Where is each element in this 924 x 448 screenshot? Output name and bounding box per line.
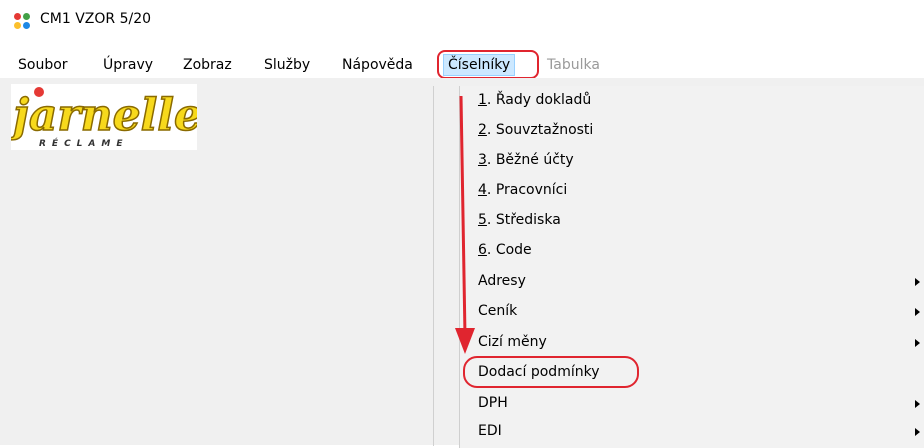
dropdown-item-adresy[interactable]: Adresy (478, 268, 526, 295)
title-bar: CM1 VZOR 5/20 (0, 0, 924, 44)
dropdown-item-edi[interactable]: EDI (478, 418, 502, 445)
dropdown-item-strediska[interactable]: 5. Střediska (478, 207, 561, 234)
accelerator: 6 (478, 242, 487, 258)
submenu-arrow-icon (915, 308, 920, 316)
menu-upravy[interactable]: Úpravy (101, 55, 155, 75)
menu-soubor[interactable]: Soubor (16, 55, 70, 75)
svg-text:RÉCLAME: RÉCLAME (39, 137, 129, 149)
dropdown-item-code[interactable]: 6. Code (478, 237, 532, 264)
logo-graphic: jarnelle RÉCLAME (4, 87, 203, 149)
dropdown-item-souvztaznosti[interactable]: 2. Souvztažnosti (478, 117, 593, 144)
accelerator: 1 (478, 92, 487, 108)
dropdown-item-cenik[interactable]: Ceník (478, 298, 517, 325)
menu-bar: Soubor Úpravy Zobraz Služby Nápověda Čís… (0, 52, 924, 78)
item-label: . Běžné účty (486, 152, 574, 168)
submenu-arrow-icon (915, 278, 920, 286)
dropdown-item-dph[interactable]: DPH (478, 390, 508, 417)
menu-tabulka[interactable]: Tabulka (545, 55, 602, 75)
dropdown-item-pracovnici[interactable]: 4. Pracovníci (478, 177, 567, 204)
menu-ciselniky[interactable]: Číselníky (443, 54, 516, 76)
accelerator: 2 (478, 122, 487, 138)
menu-napoveda[interactable]: Nápověda (340, 55, 415, 75)
menu-sluzby[interactable]: Služby (262, 55, 312, 75)
dropdown-separator (433, 86, 434, 446)
accelerator: 3 (478, 152, 487, 168)
item-label: . Souvztažnosti (486, 122, 594, 138)
accelerator: 4 (478, 182, 487, 198)
dropdown-item-bezne-ucty[interactable]: 3. Běžné účty (478, 147, 574, 174)
submenu-arrow-icon (915, 400, 920, 408)
accelerator: 5 (478, 212, 487, 228)
item-label: . Code (486, 242, 532, 258)
app-icon (14, 13, 30, 29)
item-label: . Řady dokladů (486, 92, 592, 108)
company-logo: jarnelle RÉCLAME (4, 84, 203, 150)
item-label: . Pracovníci (486, 182, 568, 198)
submenu-arrow-icon (915, 428, 920, 436)
dropdown-item-cizi-meny[interactable]: Cizí měny (478, 329, 547, 356)
window-title: CM1 VZOR 5/20 (40, 11, 152, 27)
dropdown-item-rady-dokladu[interactable]: 1. Řady dokladů (478, 87, 591, 114)
item-label: . Střediska (486, 212, 561, 228)
submenu-arrow-icon (915, 339, 920, 347)
svg-text:jarnelle: jarnelle (11, 90, 197, 141)
menu-zobraz[interactable]: Zobraz (181, 55, 234, 75)
dropdown-item-dodaci-podminky[interactable]: Dodací podmínky (478, 359, 599, 386)
